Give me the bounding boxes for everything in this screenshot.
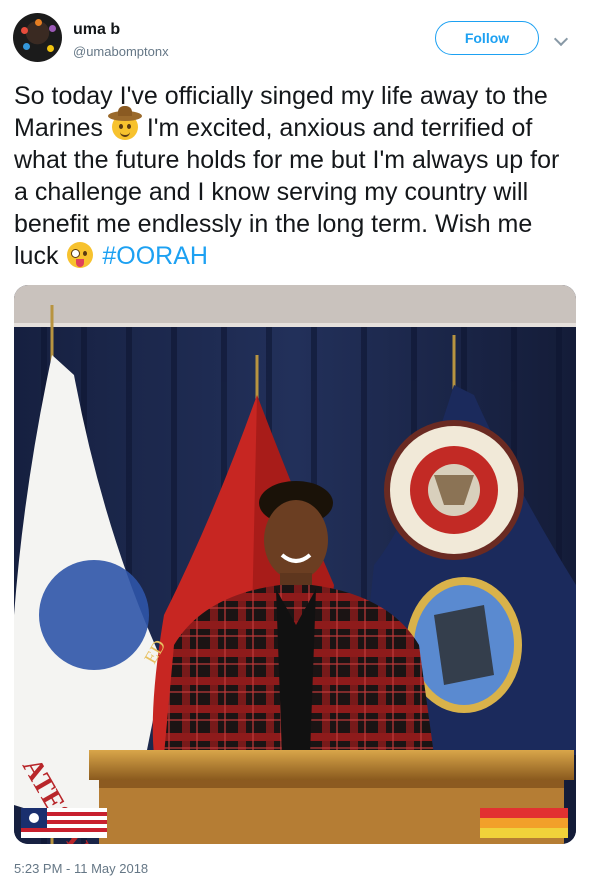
cowboy-hat-face-icon	[107, 106, 142, 140]
tweet-card: uma b @umabomptonx Follow So today I've …	[0, 0, 591, 892]
hashtag-link[interactable]: #OORAH	[102, 242, 208, 270]
photo-illustration: ATES ARM ED	[14, 285, 576, 844]
user-handle[interactable]: @umabomptonx	[73, 44, 169, 59]
follow-button[interactable]: Follow	[435, 21, 539, 55]
user-avatar[interactable]	[13, 13, 62, 62]
user-display-name[interactable]: uma b	[73, 21, 120, 39]
chevron-down-icon[interactable]	[553, 31, 569, 47]
tweet-photo[interactable]: ATES ARM ED	[14, 285, 576, 844]
zany-face-icon	[67, 242, 94, 268]
tweet-timestamp[interactable]: 5:23 PM - 11 May 2018	[14, 861, 148, 876]
tweet-text: So today I've officially singed my life …	[14, 80, 574, 272]
